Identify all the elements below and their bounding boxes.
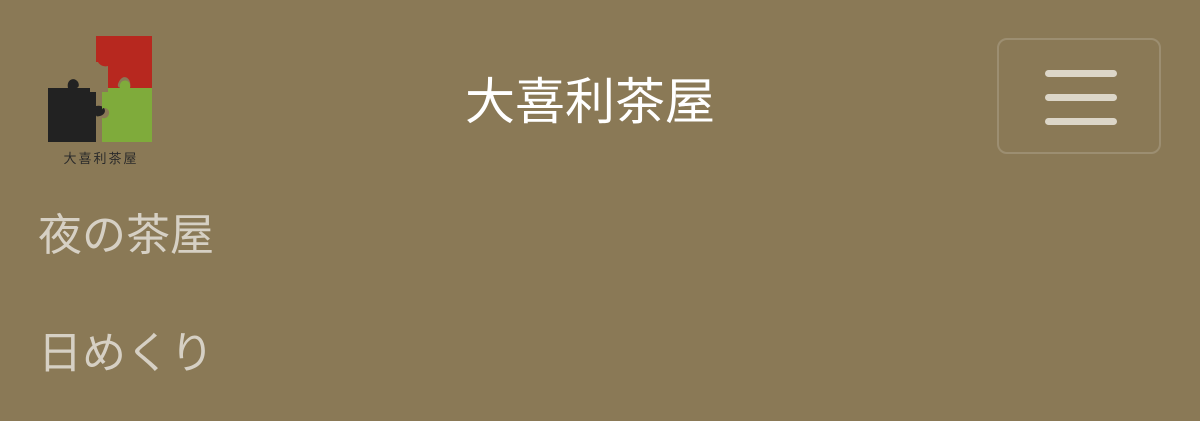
site-logo[interactable]: 大喜利茶屋 xyxy=(46,36,156,168)
menu-toggle-button[interactable] xyxy=(997,38,1161,154)
menu-icon-bar xyxy=(1045,70,1117,77)
nav-link-himekuri[interactable]: 日めくり xyxy=(38,326,214,382)
hamburger-menu-icon xyxy=(1045,70,1117,126)
nav-link-yoru-no-chaya[interactable]: 夜の茶屋 xyxy=(38,208,214,264)
puzzle-logo-graphic xyxy=(48,36,152,142)
red-puzzle-piece xyxy=(96,36,152,88)
green-puzzle-piece xyxy=(102,80,152,142)
site-title[interactable]: 大喜利茶屋 xyxy=(340,70,840,134)
menu-icon-bar xyxy=(1045,118,1117,125)
black-puzzle-piece xyxy=(48,79,105,142)
menu-icon-bar xyxy=(1045,94,1117,101)
logo-caption: 大喜利茶屋 xyxy=(63,152,139,167)
